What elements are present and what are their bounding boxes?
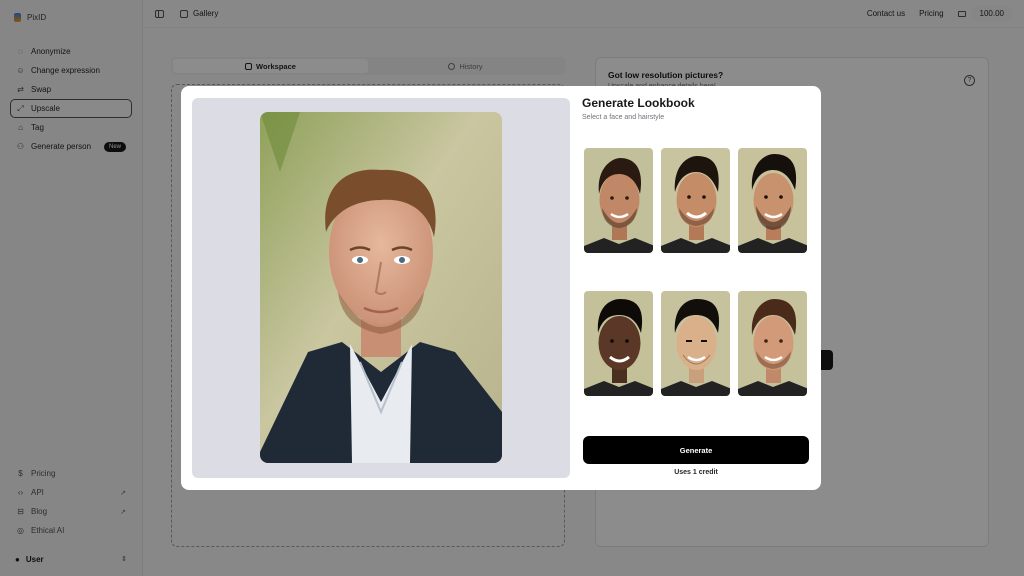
modal-title: Generate Lookbook: [582, 96, 695, 110]
face-option-6[interactable]: [737, 290, 808, 397]
face-option-1[interactable]: [583, 147, 654, 254]
lookbook-options: Generate Lookbook Select a face and hair…: [582, 86, 810, 490]
face-option-3[interactable]: [737, 147, 808, 254]
face-option-5[interactable]: [660, 290, 731, 397]
modal-subtitle: Select a face and hairstyle: [582, 114, 665, 121]
preview-pane: [192, 98, 570, 478]
generate-button[interactable]: Generate: [583, 436, 809, 464]
lookbook-modal: Generate Lookbook Select a face and hair…: [181, 86, 821, 490]
portrait-illustration: [260, 112, 502, 463]
face-option-2[interactable]: [660, 147, 731, 254]
credit-note: Uses 1 credit: [674, 469, 718, 476]
face-option-4[interactable]: [583, 290, 654, 397]
selected-face-photo: [260, 112, 502, 463]
